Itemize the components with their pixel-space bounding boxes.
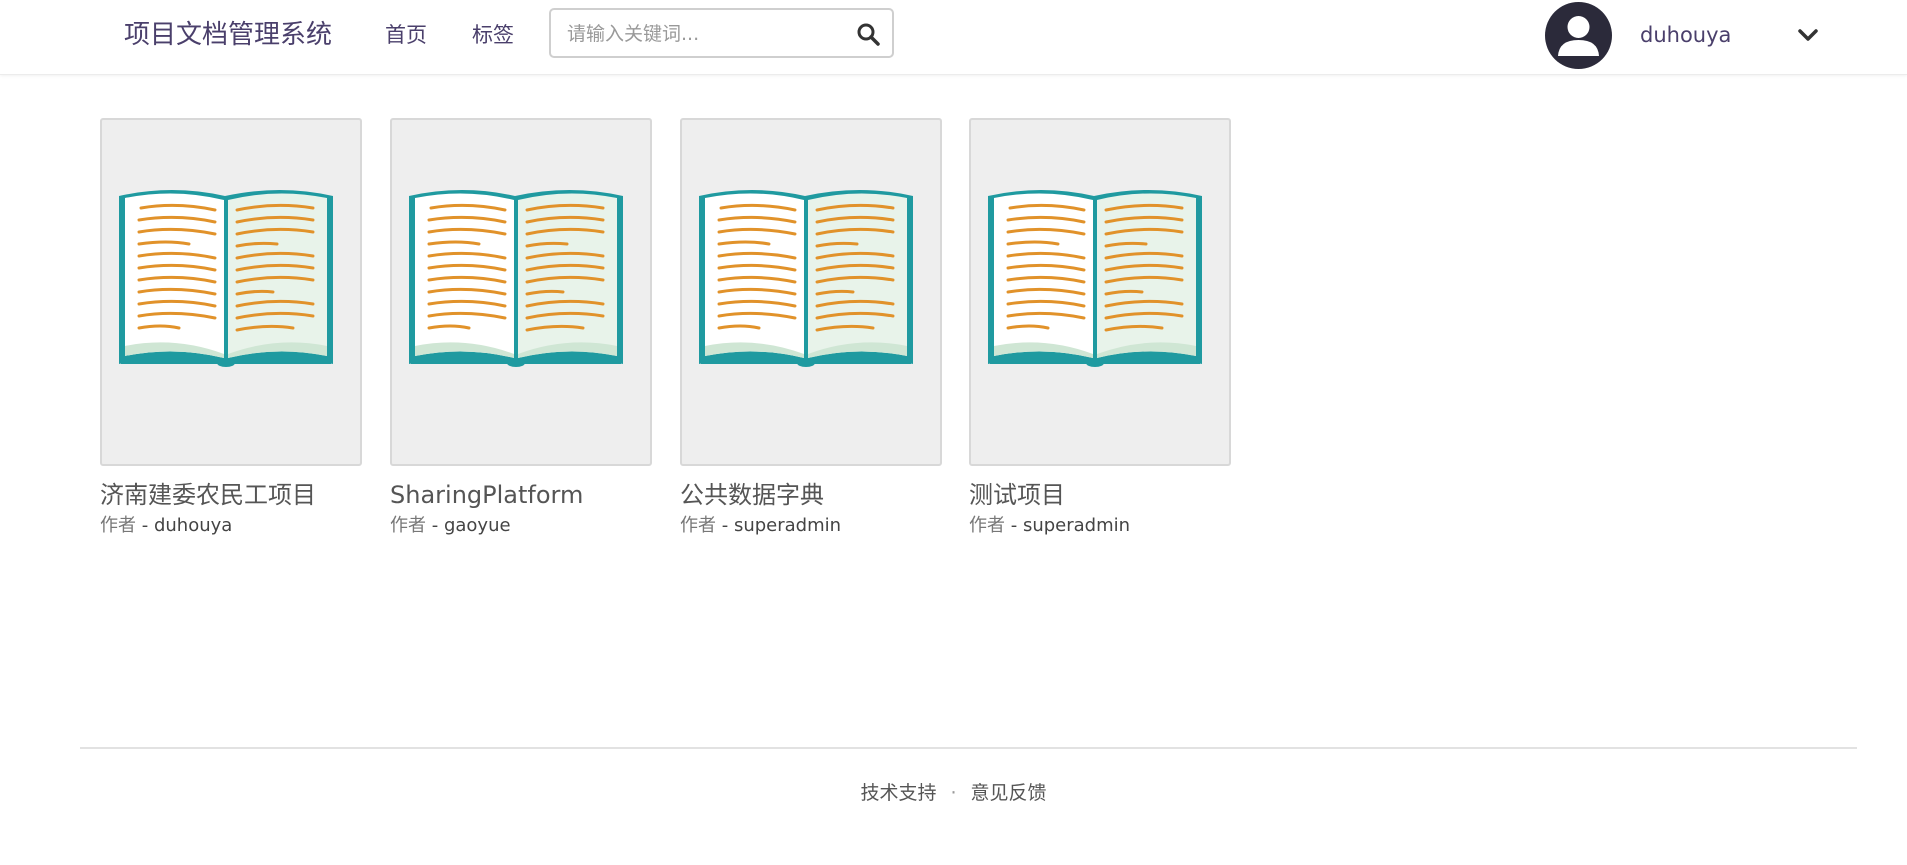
project-author: 作者 - duhouya — [100, 514, 362, 538]
project-card: 济南建委农民工项目 作者 - duhouya — [100, 118, 362, 538]
search-box — [549, 8, 894, 58]
project-cover[interactable] — [969, 118, 1231, 466]
support-link[interactable]: 技术支持 — [860, 782, 936, 804]
search-icon[interactable] — [856, 22, 880, 46]
author-label: 作者 — [969, 515, 1005, 536]
project-title[interactable]: 测试项目 — [969, 480, 1231, 510]
book-icon — [697, 188, 915, 368]
project-title[interactable]: 济南建委农民工项目 — [100, 480, 362, 510]
author-label: 作者 — [680, 515, 716, 536]
book-icon — [986, 188, 1204, 368]
project-card: 公共数据字典 作者 - superadmin — [680, 118, 942, 538]
footer: 技术支持 · 意见反馈 — [0, 778, 1907, 808]
feedback-link[interactable]: 意见反馈 — [971, 782, 1047, 804]
book-icon — [407, 188, 625, 368]
project-card: SharingPlatform 作者 - gaoyue — [390, 118, 652, 538]
project-author: 作者 - superadmin — [969, 514, 1231, 538]
footer-divider — [80, 747, 1857, 749]
brand-title[interactable]: 项目文档管理系统 — [124, 15, 332, 55]
user-icon — [1558, 16, 1599, 56]
author-label: 作者 — [390, 515, 426, 536]
project-cover[interactable] — [680, 118, 942, 466]
book-icon — [117, 188, 335, 368]
footer-separator: · — [950, 782, 957, 804]
author-name: - gaoyue — [431, 515, 511, 536]
search-input[interactable] — [567, 18, 837, 50]
project-title[interactable]: 公共数据字典 — [680, 480, 942, 510]
chevron-down-icon[interactable] — [1796, 24, 1820, 46]
project-author: 作者 - superadmin — [680, 514, 942, 538]
project-title[interactable]: SharingPlatform — [390, 480, 652, 510]
nav-tags-link[interactable]: 标签 — [472, 17, 514, 53]
user-avatar[interactable] — [1545, 2, 1612, 69]
project-author: 作者 - gaoyue — [390, 514, 652, 538]
username[interactable]: duhouya — [1640, 17, 1731, 53]
author-name: - duhouya — [141, 515, 233, 536]
top-navbar: 项目文档管理系统 首页 标签 duhouya — [0, 0, 1907, 75]
author-name: - superadmin — [721, 515, 842, 536]
project-cover[interactable] — [390, 118, 652, 466]
author-label: 作者 — [100, 515, 136, 536]
nav-home-link[interactable]: 首页 — [385, 17, 427, 53]
author-name: - superadmin — [1010, 515, 1131, 536]
project-card: 测试项目 作者 - superadmin — [969, 118, 1231, 538]
project-cover[interactable] — [100, 118, 362, 466]
